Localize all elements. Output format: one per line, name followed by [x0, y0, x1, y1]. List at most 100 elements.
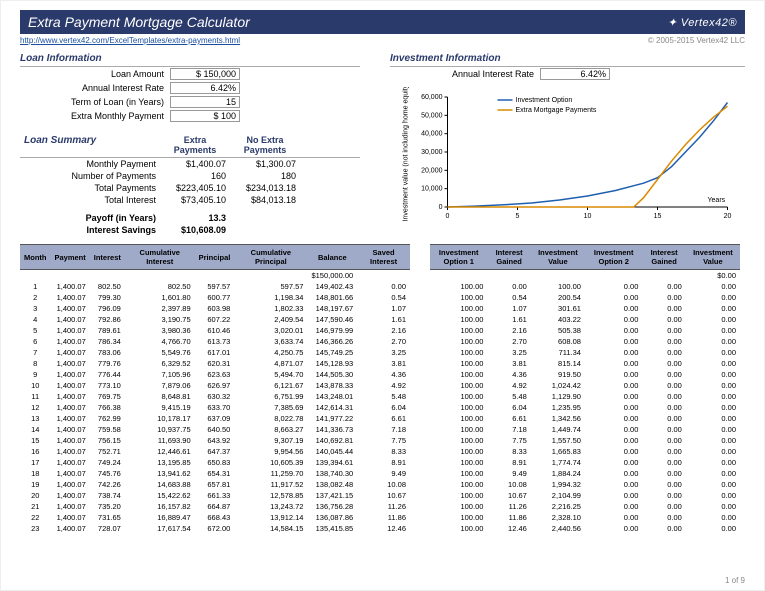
cell: 2,328.10	[531, 512, 585, 523]
cell: 100.00	[430, 501, 487, 512]
cell	[487, 270, 530, 282]
cell: 100.00	[430, 512, 487, 523]
cell: 100.00	[430, 325, 487, 336]
cell: $0.00	[686, 270, 740, 282]
cell: 779.76	[90, 358, 125, 369]
cell: 17	[20, 457, 51, 468]
col-header: Investment Option 2	[585, 245, 642, 270]
summary-label: Monthly Payment	[20, 158, 160, 170]
cell: 1,400.07	[51, 325, 90, 336]
cell: 8,663.27	[234, 424, 307, 435]
cell: 100.00	[430, 347, 487, 358]
cell: 12,446.61	[125, 446, 195, 457]
cell: 4.92	[487, 380, 530, 391]
cell: 789.61	[90, 325, 125, 336]
cell: 9,954.56	[234, 446, 307, 457]
cell: 672.00	[195, 523, 235, 534]
cell: 14,584.15	[234, 523, 307, 534]
cell: 0.54	[357, 292, 410, 303]
cell: 149,402.43	[307, 281, 357, 292]
col-header: Interest Gained	[487, 245, 530, 270]
cell: 11,693.90	[125, 435, 195, 446]
cell: 16,889.47	[125, 512, 195, 523]
cell	[234, 270, 307, 282]
cell: 1.61	[357, 314, 410, 325]
cell: 802.50	[90, 281, 125, 292]
cell: 3,633.74	[234, 336, 307, 347]
amortization-table: MonthPaymentInterestCumulative InterestP…	[20, 244, 410, 534]
cell: 0.00	[686, 490, 740, 501]
cell: 0.00	[686, 424, 740, 435]
cell: 6.04	[357, 402, 410, 413]
loan-field-value[interactable]: 6.42%	[170, 82, 240, 94]
cell: 0.00	[686, 391, 740, 402]
loan-summary-header: Loan Summary	[20, 133, 160, 157]
cell	[90, 270, 125, 282]
cell: 0.00	[585, 457, 642, 468]
cell: 0.00	[686, 446, 740, 457]
cell: 2,440.56	[531, 523, 585, 534]
cell: 759.58	[90, 424, 125, 435]
cell: 773.10	[90, 380, 125, 391]
invest-rate-value[interactable]: 6.42%	[540, 68, 610, 80]
cell: 146,979.99	[307, 325, 357, 336]
cell: 15,422.62	[125, 490, 195, 501]
cell: 5.48	[357, 391, 410, 402]
cell: 12,578.85	[234, 490, 307, 501]
cell: 0.00	[642, 358, 685, 369]
cell: 136,087.86	[307, 512, 357, 523]
cell: 0.00	[642, 325, 685, 336]
cell: 0.00	[686, 435, 740, 446]
cell: 0.00	[642, 501, 685, 512]
source-url[interactable]: http://www.vertex42.com/ExcelTemplates/e…	[20, 36, 240, 45]
cell: 1	[20, 281, 51, 292]
cell: 0.00	[642, 446, 685, 457]
loan-field-value[interactable]: $ 100	[170, 110, 240, 122]
cell: 668.43	[195, 512, 235, 523]
cell: 1.61	[487, 314, 530, 325]
loan-field-value[interactable]: 15	[170, 96, 240, 108]
svg-text:Years: Years	[708, 197, 726, 204]
cell: 10.67	[487, 490, 530, 501]
cell: 147,590.46	[307, 314, 357, 325]
cell: 0.00	[585, 468, 642, 479]
cell: 505.38	[531, 325, 585, 336]
cell: 0.00	[585, 413, 642, 424]
cell: 0.00	[585, 314, 642, 325]
cell: 0.00	[686, 380, 740, 391]
cell: 664.87	[195, 501, 235, 512]
cell: 100.00	[430, 391, 487, 402]
cell: 137,421.15	[307, 490, 357, 501]
svg-text:20,000: 20,000	[421, 167, 443, 174]
savings-label: Interest Savings	[20, 224, 160, 236]
cell: 0.00	[642, 314, 685, 325]
copyright-text: © 2005-2015 Vertex42 LLC	[648, 36, 745, 45]
cell: 1,884.24	[531, 468, 585, 479]
cell: 0.00	[642, 413, 685, 424]
cell: 6,751.99	[234, 391, 307, 402]
cell: 144,505.30	[307, 369, 357, 380]
cell: 7,879.06	[125, 380, 195, 391]
cell: 3,980.36	[125, 325, 195, 336]
cell: 1,400.07	[51, 490, 90, 501]
cell: 100.00	[430, 435, 487, 446]
cell: 0.00	[585, 303, 642, 314]
cell: $150,000.00	[307, 270, 357, 282]
loan-info-header: Loan Information	[20, 51, 360, 67]
cell: 100.00	[430, 314, 487, 325]
summary-label: Total Payments	[20, 182, 160, 194]
cell: 0.00	[585, 292, 642, 303]
payoff-label: Payoff (in Years)	[20, 212, 160, 224]
cell: 0.00	[357, 281, 410, 292]
cell: 0.00	[585, 336, 642, 347]
cell: 0.00	[686, 512, 740, 523]
svg-text:40,000: 40,000	[421, 131, 443, 138]
cell: 0.00	[585, 347, 642, 358]
cell: 745.76	[90, 468, 125, 479]
cell: 8.33	[487, 446, 530, 457]
col-header: Investment Value	[531, 245, 585, 270]
cell	[585, 270, 642, 282]
cell: 13,195.85	[125, 457, 195, 468]
loan-field-value[interactable]: $ 150,000	[170, 68, 240, 80]
cell: 142,614.31	[307, 402, 357, 413]
